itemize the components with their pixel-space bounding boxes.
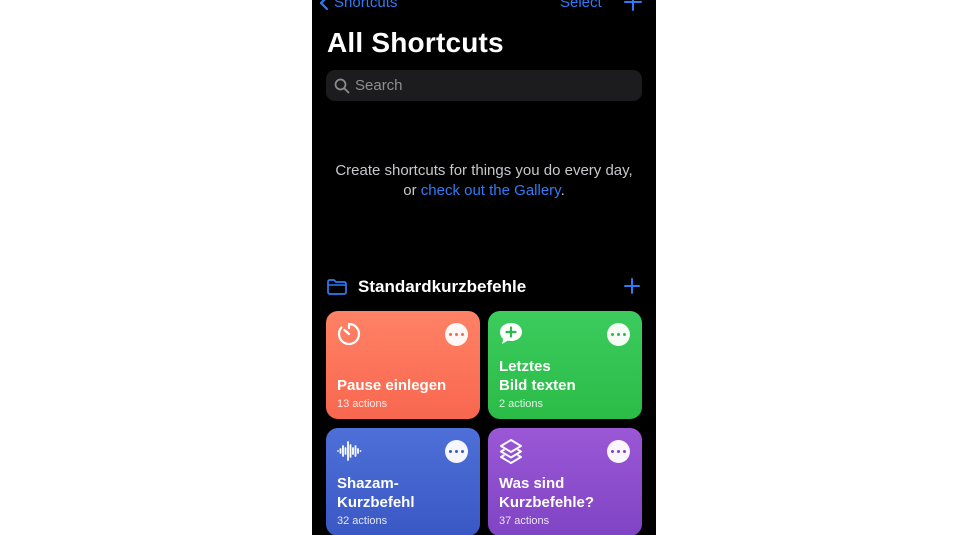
navigation-bar: Shortcuts Select	[312, 0, 656, 16]
empty-state-line1: Create shortcuts for things you do every…	[335, 162, 633, 179]
shortcut-card-shazam-kurzbefehl[interactable]: Shazam- Kurzbefehl 32 actions	[326, 428, 480, 535]
empty-state-line2: or check out the Gallery.	[312, 181, 656, 201]
more-options-button[interactable]	[607, 440, 630, 463]
shortcut-action-count: 2 actions	[499, 398, 544, 410]
shortcut-card-pause-einlegen[interactable]: Pause einlegen 13 actions	[326, 311, 480, 419]
more-options-button[interactable]	[445, 440, 468, 463]
more-dot-icon	[455, 333, 458, 336]
message-plus-icon	[500, 323, 522, 344]
phone-screen: Shortcuts Select All Shortcuts Create sh…	[312, 0, 656, 535]
more-dot-icon	[623, 333, 626, 336]
timer-icon	[337, 322, 361, 346]
waveform-icon	[337, 441, 362, 461]
page-title: All Shortcuts	[327, 27, 504, 58]
more-dot-icon	[611, 450, 614, 453]
more-options-button[interactable]	[445, 323, 468, 346]
back-button-label: Shortcuts	[334, 0, 398, 11]
empty-state-message: Create shortcuts for things you do every…	[312, 161, 656, 201]
more-dot-icon	[455, 450, 458, 453]
layers-icon	[500, 439, 522, 464]
more-dot-icon	[449, 450, 452, 453]
shortcut-name: Letztes Bild texten	[499, 358, 576, 394]
shortcut-name: Shazam- Kurzbefehl	[337, 475, 415, 511]
more-options-button[interactable]	[607, 323, 630, 346]
shortcut-name: Pause einlegen	[337, 377, 447, 394]
select-button[interactable]: Select	[560, 0, 602, 11]
search-icon	[334, 78, 350, 93]
shortcut-action-count: 13 actions	[337, 398, 388, 410]
more-dot-icon	[617, 450, 620, 453]
add-shortcut-plus-icon[interactable]	[622, 0, 644, 13]
shortcut-card-was-sind-kurzbefehle[interactable]: Was sind Kurzbefehle? 37 actions	[488, 428, 642, 535]
gallery-link[interactable]: check out the Gallery	[421, 182, 561, 199]
shortcut-action-count: 37 actions	[499, 515, 550, 527]
shortcut-card-letztes-bild-texten[interactable]: Letztes Bild texten 2 actions	[488, 311, 642, 419]
folder-icon	[327, 279, 347, 295]
more-dot-icon	[611, 333, 614, 336]
empty-state-suffix: .	[560, 182, 565, 199]
empty-state-prefix: or	[403, 182, 421, 199]
shortcut-action-count: 32 actions	[337, 515, 388, 527]
more-dot-icon	[623, 450, 626, 453]
search-input[interactable]	[355, 77, 625, 94]
chevron-left-icon	[319, 0, 329, 10]
more-dot-icon	[617, 333, 620, 336]
folder-header[interactable]: Standardkurzbefehle	[326, 275, 642, 299]
more-dot-icon	[461, 450, 464, 453]
more-dot-icon	[461, 333, 464, 336]
more-dot-icon	[449, 333, 452, 336]
search-bar[interactable]	[326, 70, 642, 101]
folder-title: Standardkurzbefehle	[358, 277, 527, 296]
back-button[interactable]: Shortcuts	[318, 0, 397, 11]
shortcut-name: Was sind Kurzbefehle?	[499, 475, 595, 511]
add-to-folder-plus-icon[interactable]	[622, 276, 642, 296]
